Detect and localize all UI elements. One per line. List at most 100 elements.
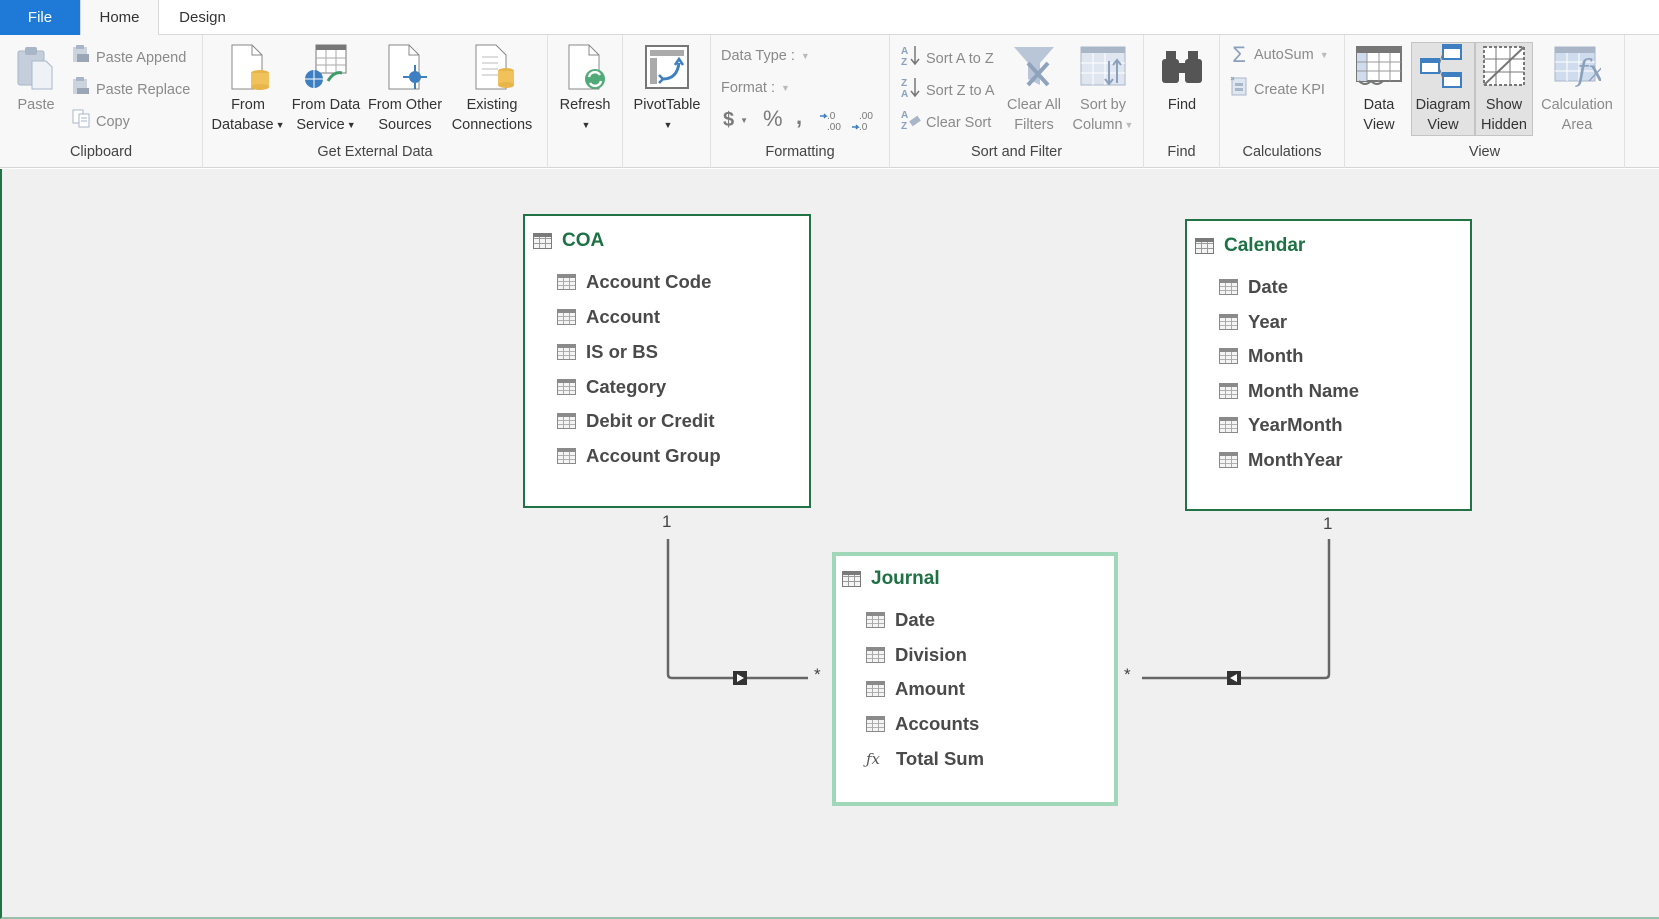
relationship-journal-coa[interactable]	[666, 539, 808, 685]
copy-icon	[70, 108, 92, 136]
clear-sort-icon: AZ	[900, 108, 922, 138]
pivottable-icon	[643, 43, 691, 91]
calculation-area-button[interactable]: fx Calculation Area	[1535, 43, 1619, 135]
currency-button[interactable]: $ ▼	[723, 108, 748, 132]
pivottable-button[interactable]: PivotTable ▼	[627, 43, 707, 135]
data-view-button[interactable]: Data View	[1349, 43, 1409, 135]
dropdown-caret-icon: ▼	[346, 120, 356, 131]
column-item[interactable]: Year	[1219, 308, 1287, 336]
table-header[interactable]: Journal	[842, 566, 940, 592]
group-get-external-data: From Database ▼ From Data Service ▼ From O…	[203, 35, 548, 168]
group-label-find: Find	[1167, 144, 1196, 160]
table-calendar[interactable]: Calendar Date Year Month Month Name Year…	[1185, 219, 1472, 511]
table-icon	[842, 571, 861, 587]
copy-button[interactable]: Copy	[70, 108, 130, 132]
measure-item[interactable]: ƒx Total Sum	[866, 745, 984, 773]
sort-a-to-z-button[interactable]: AZ Sort A to Z	[900, 44, 994, 68]
column-item[interactable]: Amount	[866, 675, 965, 703]
paste-button[interactable]: Paste	[10, 43, 62, 115]
relationship-many-label-calendar: *	[1124, 665, 1131, 684]
column-item[interactable]: Account Code	[557, 268, 711, 296]
clear-sort-button[interactable]: AZ Clear Sort	[900, 108, 991, 132]
create-kpi-button[interactable]: Create KPI	[1228, 75, 1325, 99]
column-item[interactable]: MonthYear	[1219, 446, 1343, 474]
svg-text:Z: Z	[901, 57, 907, 66]
diagram-canvas[interactable]: 1 * 1 * COA Account Code Account IS or B…	[0, 169, 1659, 919]
sort-descending-icon: ZA	[900, 76, 922, 106]
column-item[interactable]: Month Name	[1219, 377, 1359, 405]
group-find: Find Find	[1144, 35, 1220, 168]
percent-button[interactable]: %	[763, 107, 783, 131]
table-coa[interactable]: COA Account Code Account IS or BS Catego…	[523, 214, 811, 508]
column-name: YearMonth	[1248, 414, 1343, 435]
format-dropdown[interactable]: Format : ▼	[721, 76, 790, 100]
column-icon	[557, 344, 576, 360]
data-type-dropdown[interactable]: Data Type : ▼	[721, 44, 810, 68]
column-item[interactable]: Debit or Credit	[557, 407, 714, 435]
tab-file[interactable]: File	[0, 0, 80, 35]
svg-text:.00: .00	[827, 122, 841, 132]
column-item[interactable]: Date	[1219, 273, 1288, 301]
group-pivottable: PivotTable ▼	[623, 35, 711, 168]
paste-replace-button[interactable]: Paste Replace	[70, 76, 190, 100]
dropdown-caret-icon: ▼	[1124, 120, 1134, 131]
tab-home[interactable]: Home	[80, 0, 159, 36]
column-icon	[1219, 452, 1238, 468]
column-icon	[866, 716, 885, 732]
sigma-icon: Σ	[1232, 42, 1246, 68]
show-hidden-button[interactable]: Show Hidden	[1475, 42, 1533, 136]
column-item[interactable]: Month	[1219, 342, 1303, 370]
binoculars-icon	[1158, 43, 1206, 91]
relationship-one-label-coa: 1	[662, 512, 672, 531]
column-icon	[1219, 417, 1238, 433]
refresh-button[interactable]: Refresh ▼	[554, 43, 616, 135]
from-other-sources-button[interactable]: From Other Sources	[365, 43, 445, 135]
relationship-one-label-calendar: 1	[1323, 514, 1333, 533]
find-button[interactable]: Find	[1152, 43, 1212, 115]
existing-connections-button[interactable]: Existing Connections	[447, 43, 537, 135]
column-item[interactable]: Division	[866, 641, 967, 669]
group-label-calculations: Calculations	[1242, 144, 1322, 160]
group-sort-and-filter: AZ Sort A to Z ZA Sort Z to A AZ Clear S…	[890, 35, 1144, 168]
diagram-view-button[interactable]: Diagram View	[1411, 42, 1475, 136]
group-label-clipboard: Clipboard	[69, 144, 133, 160]
autosum-button[interactable]: Σ AutoSum ▼	[1228, 42, 1329, 68]
table-header[interactable]: COA	[533, 228, 604, 254]
table-header[interactable]: Calendar	[1195, 233, 1305, 259]
ribbon: Paste Paste Append Paste Replace Copy Cl…	[0, 35, 1659, 168]
column-icon	[1219, 383, 1238, 399]
column-item[interactable]: Category	[557, 373, 666, 401]
clear-all-filters-button[interactable]: Clear All Filters	[1000, 43, 1068, 135]
dropdown-caret-icon: ▼	[275, 120, 285, 131]
column-name: Account Group	[586, 445, 721, 466]
paste-replace-icon	[70, 76, 92, 104]
increase-decimal-button[interactable]: .0.00	[819, 108, 845, 133]
table-title: Calendar	[1224, 235, 1306, 256]
column-icon	[557, 413, 576, 429]
from-database-button[interactable]: From Database ▼	[209, 43, 287, 135]
paste-append-button[interactable]: Paste Append	[70, 44, 186, 68]
column-item[interactable]: Account Group	[557, 442, 721, 470]
column-icon	[1219, 314, 1238, 330]
tab-design[interactable]: Design	[160, 0, 245, 35]
column-item[interactable]: Date	[866, 606, 935, 634]
sort-by-column-button[interactable]: Sort by Column ▼	[1068, 43, 1138, 135]
table-journal[interactable]: Journal Date Division Amount Accounts ƒx…	[832, 552, 1118, 806]
measure-fx-icon: ƒx	[866, 750, 881, 768]
dropdown-caret-icon: ▼	[1319, 50, 1329, 61]
relationship-journal-calendar[interactable]	[1142, 539, 1331, 685]
column-item[interactable]: YearMonth	[1219, 411, 1343, 439]
column-name: Division	[895, 644, 967, 665]
comma-style-button[interactable]: ,	[796, 105, 802, 129]
clear-filter-icon	[1010, 43, 1058, 91]
sort-z-to-a-button[interactable]: ZA Sort Z to A	[900, 76, 995, 100]
decrease-decimal-button[interactable]: .00.0	[851, 108, 877, 133]
from-data-service-button[interactable]: From Data Service ▼	[287, 43, 365, 135]
sort-by-column-icon	[1079, 43, 1127, 91]
column-item[interactable]: Accounts	[866, 710, 979, 738]
svg-text:.00: .00	[859, 111, 873, 122]
column-item[interactable]: Account	[557, 303, 660, 331]
column-name: IS or BS	[586, 341, 658, 362]
database-icon	[224, 43, 272, 91]
column-item[interactable]: IS or BS	[557, 338, 658, 366]
